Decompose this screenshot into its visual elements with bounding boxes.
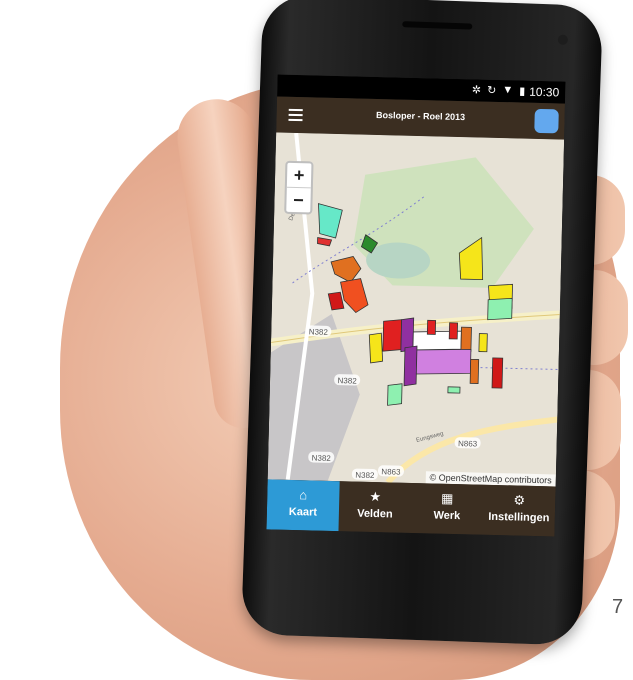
map-view[interactable]: N382 N382 N382 N382 N863 N863 Eungsweg D… (267, 132, 565, 487)
star-icon: ★ (369, 488, 382, 505)
road-label-text: N382 (312, 453, 332, 462)
zoom-out-button[interactable]: − (286, 186, 311, 213)
page-number: 7 (612, 596, 624, 618)
road-label: N382 (305, 325, 332, 337)
road-label-text: N863 (381, 467, 401, 476)
road-label-text: N863 (458, 439, 478, 448)
field-red (426, 319, 437, 335)
road-label-text: N382 (337, 376, 357, 385)
road-label: N382 (308, 451, 335, 463)
earpiece (402, 21, 473, 30)
field-mint (487, 297, 513, 321)
road-label: N382 (334, 374, 361, 386)
road-label-text: N382 (355, 471, 375, 480)
phone-screen: ✲ ↻ ▼ ▮ 10:30 Bosloper - Roel 2013 N382 … (266, 74, 566, 537)
road-label: N863 (377, 465, 404, 477)
field-mint (447, 386, 461, 394)
field-red (448, 322, 458, 340)
wifi-icon: ▼ (502, 84, 514, 97)
road-label: N382 (351, 468, 378, 480)
tab-kaart[interactable]: ⌂ Kaart (266, 479, 340, 532)
field-lavender (415, 348, 472, 375)
app-title: Bosloper - Roel 2013 (376, 109, 466, 123)
field-red (382, 319, 403, 352)
field-purple (403, 345, 418, 387)
field-orange (460, 326, 472, 352)
sync-icon: ↻ (486, 84, 497, 97)
field-orange (469, 358, 480, 384)
status-icons: ✲ ↻ ▼ ▮ (471, 83, 526, 98)
tab-label: Instellingen (488, 510, 550, 525)
road-label-text: N382 (309, 327, 329, 336)
field-red (491, 357, 504, 389)
gear-icon: ⚙ (513, 492, 526, 508)
battery-icon: ▮ (519, 85, 526, 98)
field-yellow (478, 333, 488, 353)
tab-werk[interactable]: ▦ Werk (410, 483, 483, 535)
road-label: N863 (454, 437, 481, 449)
tab-label: Werk (433, 509, 461, 523)
bluetooth-icon: ✲ (471, 84, 482, 97)
field-mint (387, 383, 403, 406)
field-yellow (368, 332, 384, 364)
home-icon: ⌂ (299, 487, 308, 503)
user-avatar-badge[interactable] (534, 108, 559, 134)
grid-icon: ▦ (440, 490, 454, 506)
zoom-control: + − (284, 160, 314, 215)
camera-icon (557, 34, 569, 45)
bottom-tab-bar: ⌂ Kaart ★ Velden ▦ Werk ⚙ Instellingen (266, 479, 556, 537)
tab-velden[interactable]: ★ Velden (338, 481, 411, 533)
zoom-in-button[interactable]: + (287, 163, 312, 188)
status-time: 10:30 (529, 84, 560, 100)
tab-instellingen[interactable]: ⚙ Instellingen (482, 485, 555, 537)
tab-label: Kaart (288, 505, 318, 519)
tab-label: Velden (357, 507, 393, 521)
